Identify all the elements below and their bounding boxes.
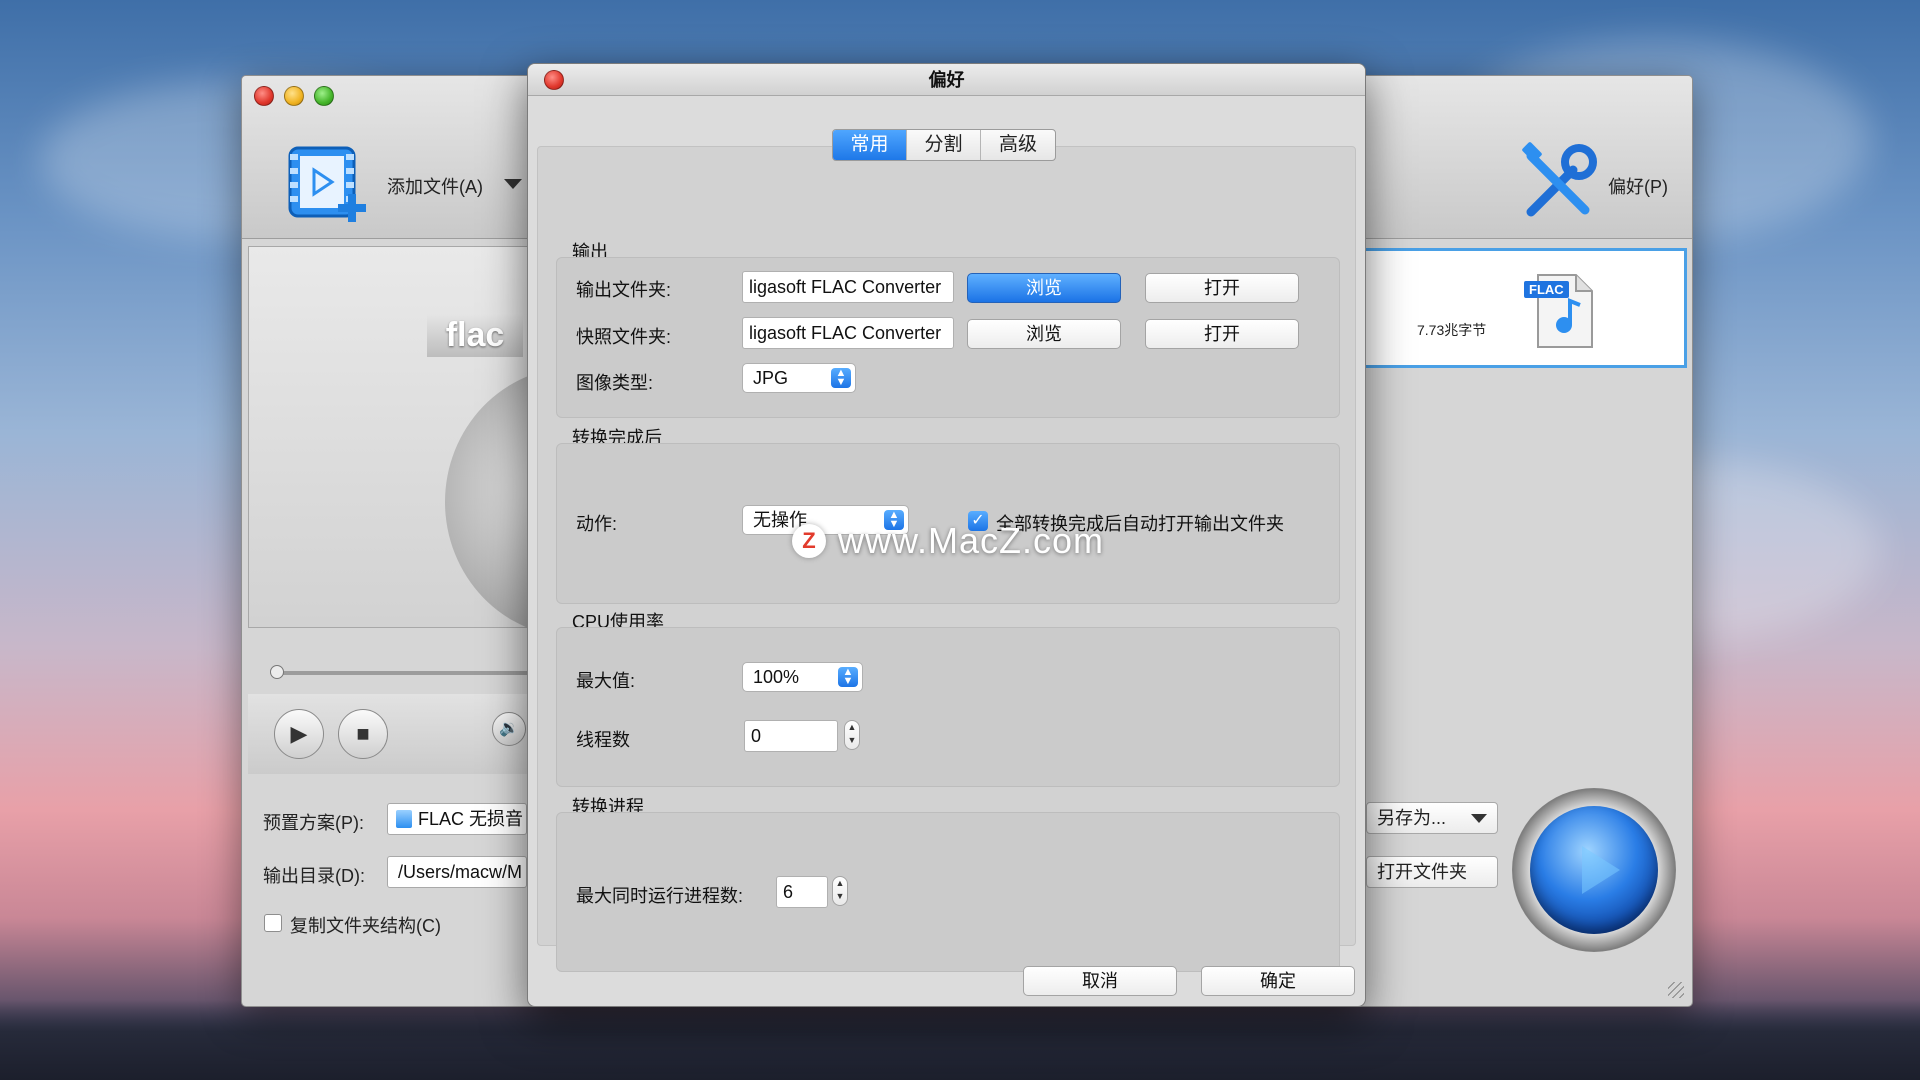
cpu-max-select[interactable]: 100% ▲ ▼ (742, 662, 863, 692)
max-processes-stepper[interactable]: ▲ ▼ (832, 876, 848, 906)
resize-grip-icon[interactable] (1668, 982, 1684, 998)
dialog-title: 偏好 (528, 64, 1365, 96)
copy-structure-label[interactable]: 复制文件夹结构(C) (290, 912, 441, 938)
watermark: Z www.MacZ.com (792, 520, 1104, 562)
tab-split[interactable]: 分割 (907, 130, 981, 160)
select-arrows-icon: ▲ ▼ (831, 368, 851, 388)
open-folder-button[interactable]: 打开文件夹 (1366, 856, 1498, 888)
preferences-tools-icon[interactable] (1519, 142, 1599, 222)
output-browse-button[interactable]: 浏览 (967, 273, 1121, 303)
image-type-select[interactable]: JPG ▲ ▼ (742, 363, 856, 393)
cpu-group (556, 627, 1340, 787)
ok-button[interactable]: 确定 (1201, 966, 1355, 996)
watermark-text: www.MacZ.com (838, 520, 1105, 561)
tab-advanced[interactable]: 高级 (981, 130, 1055, 160)
snapshot-folder-field[interactable]: ligasoft FLAC Converter (742, 317, 954, 349)
chevron-down-icon (1471, 814, 1487, 823)
desktop-landscape (0, 1000, 1920, 1080)
output-dir-value: /Users/macw/M (398, 862, 523, 882)
action-label: 动作: (576, 514, 618, 534)
file-list-item[interactable]: 7.73兆字节 FLAC (1363, 248, 1687, 368)
output-dir-label: 输出目录(D): (263, 866, 365, 886)
zoom-window-button[interactable] (314, 86, 334, 106)
cpu-max-label: 最大值: (576, 671, 636, 691)
save-as-button[interactable]: 另存为... (1366, 802, 1498, 834)
dialog-tabs: 常用 分割 高级 (832, 129, 1056, 161)
max-processes-value: 6 (783, 882, 794, 902)
threads-stepper[interactable]: ▲ ▼ (844, 720, 860, 750)
add-file-label[interactable]: 添加文件(A) (387, 173, 483, 199)
volume-icon[interactable]: 🔉 (492, 712, 526, 746)
cancel-button[interactable]: 取消 (1023, 966, 1177, 996)
preset-select[interactable]: FLAC 无损音 (387, 803, 527, 835)
threads-field[interactable]: 0 (744, 720, 838, 752)
close-window-button[interactable] (254, 86, 274, 106)
minimize-window-button[interactable] (284, 86, 304, 106)
preset-value: FLAC 无损音 (418, 809, 524, 829)
add-file-dropdown-icon[interactable] (504, 179, 522, 189)
tab-general[interactable]: 常用 (833, 130, 907, 160)
copy-structure-checkbox[interactable] (264, 914, 282, 932)
open-folder-label: 打开文件夹 (1377, 862, 1467, 882)
output-folder-field[interactable]: ligasoft FLAC Converter (742, 271, 954, 303)
output-folder-value: ligasoft FLAC Converter (749, 277, 942, 297)
flac-file-badge: FLAC (1524, 281, 1569, 298)
max-processes-label: 最大同时运行进程数: (576, 886, 744, 906)
snapshot-folder-value: ligasoft FLAC Converter (749, 323, 942, 343)
output-folder-label: 输出文件夹: (576, 280, 672, 300)
select-arrows-icon: ▲ ▼ (838, 667, 858, 687)
threads-label: 线程数 (576, 730, 630, 750)
image-type-label: 图像类型: (576, 373, 654, 393)
snapshot-open-button[interactable]: 打开 (1145, 319, 1299, 349)
file-size: 7.73兆字节 (1417, 322, 1487, 338)
image-type-value: JPG (753, 368, 789, 388)
snapshot-folder-label: 快照文件夹: (576, 327, 672, 347)
add-file-icon[interactable] (286, 144, 370, 226)
seek-knob[interactable] (270, 665, 284, 679)
threads-value: 0 (751, 726, 762, 746)
dialog-close-button[interactable] (544, 70, 564, 90)
cpu-max-value: 100% (753, 667, 800, 687)
preferences-label[interactable]: 偏好(P) (1608, 173, 1668, 199)
convert-play-icon (1530, 806, 1658, 934)
format-tag: flac (427, 313, 523, 357)
output-open-button[interactable]: 打开 (1145, 273, 1299, 303)
preset-label: 预置方案(P): (263, 813, 364, 833)
save-as-label: 另存为... (1377, 808, 1447, 828)
watermark-logo-icon: Z (792, 524, 826, 558)
snapshot-browse-button[interactable]: 浏览 (967, 319, 1121, 349)
stop-button[interactable]: ■ (338, 709, 388, 759)
convert-button[interactable] (1512, 788, 1676, 952)
preset-icon (396, 810, 412, 828)
output-dir-field[interactable]: /Users/macw/M (387, 856, 527, 888)
max-processes-field[interactable]: 6 (776, 876, 828, 908)
play-button[interactable]: ▶ (274, 709, 324, 759)
